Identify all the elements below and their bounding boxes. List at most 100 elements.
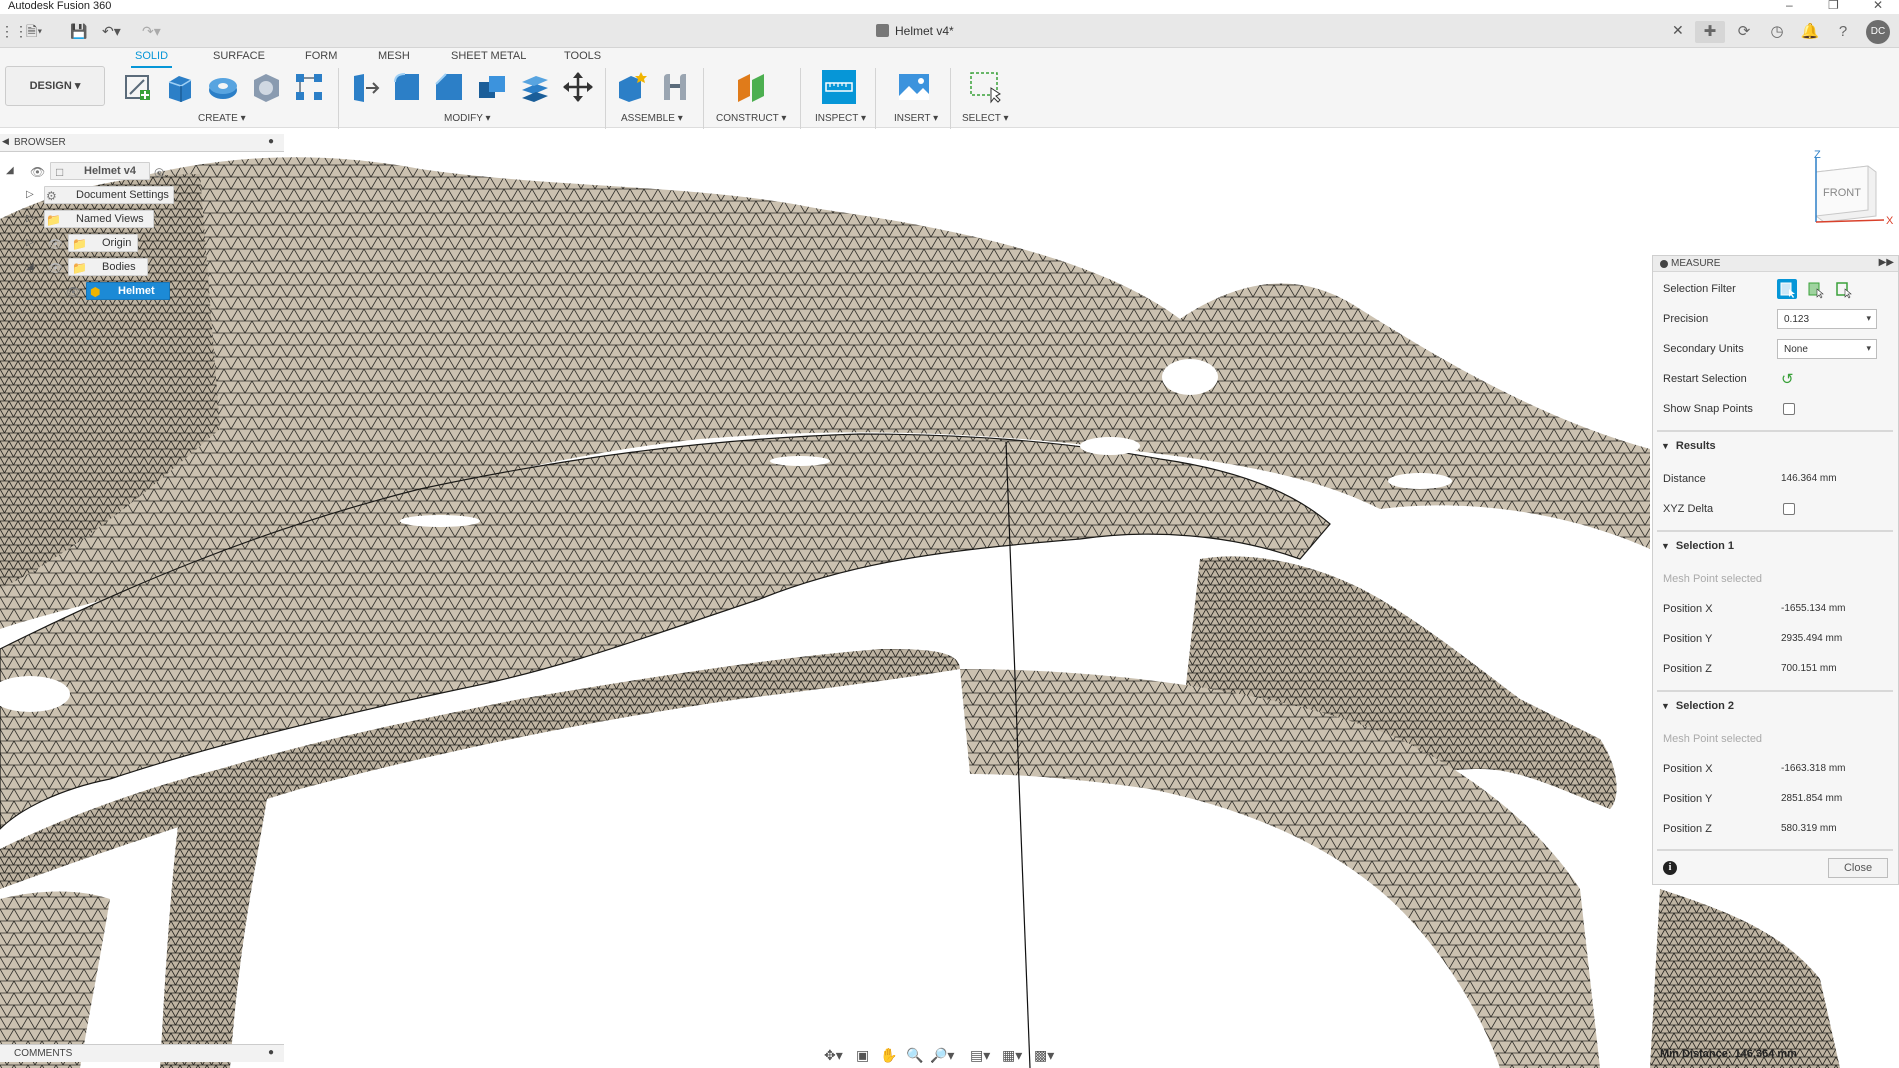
precision-select[interactable]: 0.123 ▾ [1777, 309, 1877, 329]
expand-dialog-icon[interactable]: ▶▶ [1879, 257, 1894, 268]
comments-panel-header[interactable]: COMMENTS ● [0, 1044, 284, 1062]
zoom-icon[interactable]: 🔍 [906, 1047, 923, 1064]
expand-triangle-icon[interactable]: ▷ [26, 213, 34, 224]
select-edge-filter-icon[interactable] [1833, 279, 1853, 299]
visibility-eye-icon[interactable]: 👁 [30, 165, 45, 179]
canvas-viewport[interactable] [0, 129, 1899, 1068]
press-pull-icon[interactable] [346, 70, 380, 104]
pattern-icon[interactable] [292, 70, 326, 104]
extrude-icon[interactable] [163, 70, 197, 104]
help-icon[interactable]: ? [1828, 21, 1858, 43]
xyz-delta-checkbox[interactable] [1783, 503, 1795, 515]
move-icon[interactable] [561, 70, 595, 104]
tab-tools[interactable]: TOOLS [560, 50, 605, 66]
restart-selection-row: Restart Selection ↺ [1663, 369, 1893, 389]
viewports-icon[interactable]: ▩▾ [1034, 1047, 1054, 1064]
tab-surface[interactable]: SURFACE [209, 50, 269, 66]
display-settings-icon[interactable]: ▤▾ [970, 1047, 990, 1064]
visibility-eye-icon[interactable]: 👁 [66, 285, 81, 299]
revolve-icon[interactable] [206, 70, 240, 104]
results-section-header[interactable]: ▼ Results [1661, 440, 1891, 458]
precision-label: Precision [1663, 313, 1709, 325]
create-menu[interactable]: CREATE ▾ [198, 113, 246, 124]
data-panel-icon[interactable]: ⋮⋮ [0, 23, 28, 39]
save-icon[interactable]: 💾 [70, 23, 87, 39]
tab-solid[interactable]: SOLID [131, 50, 173, 68]
construct-menu[interactable]: CONSTRUCT ▾ [716, 113, 786, 124]
browser-pin-icon[interactable]: ● [268, 136, 274, 147]
insert-menu[interactable]: INSERT ▾ [894, 113, 938, 124]
selection2-position-y-row: Position Y 2851.854 mm [1663, 789, 1893, 809]
minimize-icon[interactable]: – [1786, 0, 1793, 12]
selection2-section-header[interactable]: ▼ Selection 2 [1661, 700, 1891, 718]
info-icon[interactable]: i [1663, 861, 1677, 875]
select-icon[interactable] [969, 70, 1003, 104]
notifications-icon[interactable]: 🔔 [1795, 21, 1825, 43]
joint-icon[interactable] [658, 70, 692, 104]
undo-icon[interactable]: ↶▾ [102, 23, 121, 39]
show-snap-points-checkbox[interactable] [1783, 403, 1795, 415]
measure-dialog-header[interactable]: MEASURE ▶▶ [1653, 256, 1898, 272]
restart-selection-icon[interactable]: ↺ [1781, 370, 1794, 388]
secondary-units-select[interactable]: None ▾ [1777, 339, 1877, 359]
expand-triangle-icon[interactable]: ▷ [26, 237, 34, 248]
collapse-dialog-icon[interactable] [1660, 260, 1668, 268]
view-cube[interactable]: FRONT Z X [1806, 150, 1896, 230]
tab-mesh[interactable]: MESH [374, 50, 414, 66]
activate-radio-icon[interactable]: ◎ [154, 165, 164, 179]
measure-icon[interactable] [822, 70, 856, 104]
job-status-icon[interactable]: ◷ [1762, 21, 1792, 43]
create-sketch-icon[interactable] [120, 70, 154, 104]
select-body-filter-icon[interactable] [1777, 279, 1797, 299]
restore-icon[interactable]: ❐ [1828, 0, 1839, 12]
selection1-section-header[interactable]: ▼ Selection 1 [1661, 540, 1891, 558]
collapse-triangle-icon[interactable]: ◢ [26, 261, 34, 272]
browser-item-helmet[interactable]: 👁 ⬢ Helmet [4, 282, 174, 302]
browser-item-document-settings[interactable]: ▷ ⚙ Document Settings [4, 186, 174, 206]
orbit-icon[interactable]: ✥▾ [824, 1047, 843, 1064]
comments-pin-icon[interactable]: ● [268, 1047, 274, 1058]
insert-canvas-icon[interactable] [897, 70, 931, 104]
helmet-mesh-render[interactable] [0, 129, 1899, 1068]
tab-form[interactable]: FORM [301, 50, 341, 66]
offset-plane-icon[interactable] [734, 70, 768, 104]
combine-icon[interactable] [475, 70, 509, 104]
assemble-menu[interactable]: ASSEMBLE ▾ [621, 113, 683, 124]
new-component-icon[interactable] [615, 70, 649, 104]
collapse-triangle-icon[interactable]: ◢ [6, 165, 14, 176]
folder-icon: 📁 [72, 237, 87, 251]
browser-panel-header[interactable]: ◀ BROWSER ● [0, 134, 284, 152]
fillet-icon[interactable] [389, 70, 423, 104]
tab-sheet-metal[interactable]: SHEET METAL [447, 50, 530, 66]
fit-icon[interactable]: 🔎▾ [930, 1047, 954, 1064]
offset-face-icon[interactable] [518, 70, 552, 104]
look-at-icon[interactable]: ▣ [856, 1047, 869, 1064]
new-tab-icon[interactable]: ✚ [1695, 21, 1725, 43]
file-menu-icon[interactable]: 🗎▾ [26, 23, 42, 39]
visibility-eye-icon[interactable]: 👁 [48, 261, 63, 275]
redo-icon[interactable]: ↷▾ [142, 23, 161, 39]
grid-settings-icon[interactable]: ▦▾ [1002, 1047, 1022, 1064]
document-tab[interactable]: Helmet v4* [876, 24, 954, 38]
inspect-menu[interactable]: INSPECT ▾ [815, 113, 866, 124]
pan-icon[interactable]: ✋ [880, 1047, 897, 1064]
browser-item-named-views[interactable]: ▷ 📁 Named Views [4, 210, 174, 230]
select-menu[interactable]: SELECT ▾ [962, 113, 1009, 124]
workspace-switcher[interactable]: DESIGN ▾ [5, 66, 105, 106]
browser-item-origin[interactable]: ▷ 👁 📁 Origin [4, 234, 174, 254]
close-tab-icon[interactable]: ✕ [1672, 22, 1684, 39]
select-face-filter-icon[interactable] [1805, 279, 1825, 299]
workspace-label: DESIGN [29, 80, 72, 92]
collapse-browser-icon[interactable]: ◀ [2, 136, 9, 147]
close-window-icon[interactable]: ✕ [1873, 0, 1883, 12]
expand-triangle-icon[interactable]: ▷ [26, 189, 34, 200]
visibility-eye-icon[interactable]: 👁 [48, 237, 63, 251]
extensions-icon[interactable]: ⟳ [1729, 21, 1759, 43]
chamfer-icon[interactable] [432, 70, 466, 104]
shell-icon[interactable] [249, 70, 283, 104]
avatar[interactable]: DC [1866, 20, 1890, 44]
modify-menu[interactable]: MODIFY ▾ [444, 113, 491, 124]
browser-item-bodies[interactable]: ◢ 👁 📁 Bodies [4, 258, 174, 278]
browser-root-item[interactable]: ◢ 👁 □ Helmet v4 ◎ [4, 162, 174, 182]
close-button[interactable]: Close [1828, 858, 1888, 878]
